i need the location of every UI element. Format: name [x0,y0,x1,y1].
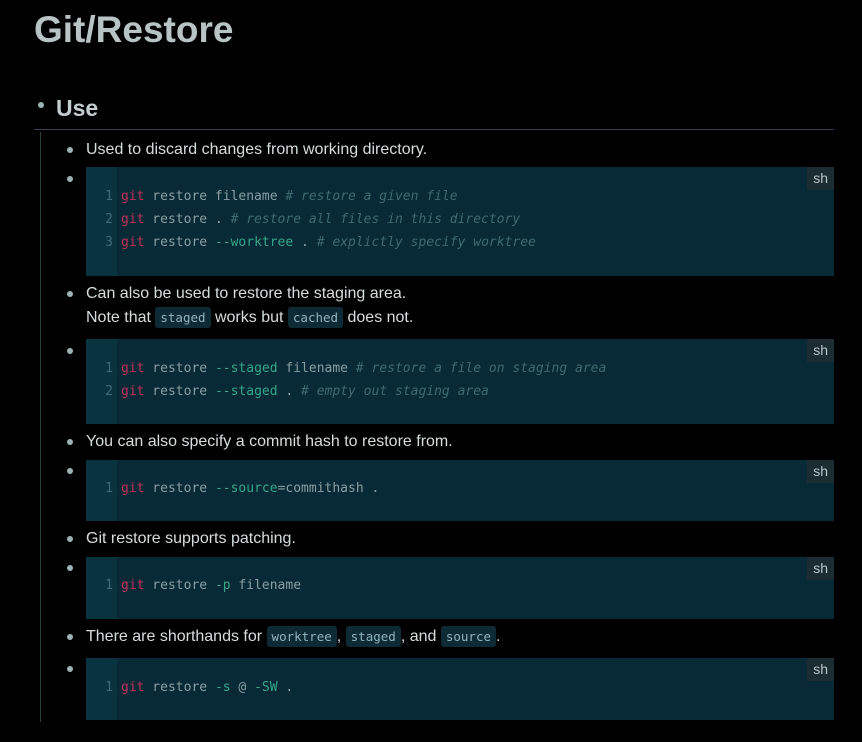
code-token: --staged [214,361,278,376]
code-token: restore [144,680,215,695]
code-language-badge: sh [807,460,834,483]
code-token: # restore a file on staging area [355,361,607,376]
code-block[interactable]: sh 1 git restore --staged filename # rest… [86,339,834,424]
code-token: -s [214,680,231,695]
code-token: --source [214,481,278,496]
code-token: git [121,189,145,204]
code-line: 2 git restore --staged . # empty out stag… [86,380,489,403]
code-language-badge: sh [807,658,834,681]
code-token: # explictly specify worktree [316,235,536,250]
code-line: 3 git restore --worktree . # explictly sp… [86,231,536,254]
list-bullet[interactable] [67,634,73,640]
section-divider [34,129,834,130]
code-token: filename [277,361,356,376]
line-number: 2 [105,384,113,399]
code-token: -p [214,578,231,593]
list-bullet[interactable] [67,348,73,354]
list-item-text: There are shorthands for worktree, stage… [86,625,500,649]
inline-code: source [440,626,496,647]
code-block[interactable]: sh 1 git restore -p filename [86,557,834,619]
text-segment: , [336,628,346,645]
page-title: Git/Restore [34,9,234,50]
list-item-note: Note that staged works but cached does n… [86,306,413,330]
code-token: =commithash . [277,481,380,496]
code-token: restore filename [144,189,286,204]
section-bullet[interactable] [38,102,44,108]
list-bullet[interactable] [67,439,73,445]
code-block[interactable]: sh 1 git restore filename # restore a giv… [86,167,834,276]
code-token: restore [144,361,215,376]
line-number: 1 [105,361,113,376]
code-token: git [121,235,145,250]
inline-code: staged [345,626,401,647]
inline-code: worktree [266,626,337,647]
list-bullet[interactable] [67,565,73,571]
list-item-text: You can also specify a commit hash to re… [86,433,453,450]
note-text: Note that [86,309,156,326]
code-token: git [121,680,145,695]
code-token: git [121,384,145,399]
note-text: does not. [343,309,414,326]
line-number: 3 [105,235,113,250]
inline-code: staged [155,307,211,328]
code-line: 1 git restore --source=commithash . [86,477,379,500]
code-token: # restore all files in this directory [230,212,521,227]
code-token: git [121,578,145,593]
code-language-badge: sh [807,557,834,580]
list-bullet[interactable] [67,176,73,182]
line-number: 1 [105,680,113,695]
code-block[interactable]: sh 1 git restore --source=commithash . [86,460,834,521]
list-bullet[interactable] [67,147,73,153]
code-token: restore [144,481,215,496]
code-token: # empty out staging area [301,384,489,399]
list-item-text: Git restore supports patching. [86,530,296,547]
inline-code: cached [287,307,344,328]
code-token: --staged [214,384,278,399]
code-token: git [121,361,145,376]
code-token: restore . [144,212,231,227]
list-bullet[interactable] [67,666,73,672]
outline-thread-line[interactable] [40,132,41,722]
line-number: 1 [105,578,113,593]
note-text: works but [210,309,288,326]
list-bullet[interactable] [67,468,73,474]
line-number: 1 [105,481,113,496]
text-segment: There are shorthands for [86,628,267,645]
code-token: . [293,235,317,250]
line-number: 1 [105,189,113,204]
code-token: filename [230,578,302,593]
code-token: # restore a given file [285,189,458,204]
list-bullet[interactable] [67,291,73,297]
code-line: 1 git restore --staged filename # restore… [86,357,606,380]
code-token: restore [144,578,215,593]
code-token: @ [230,680,255,695]
code-token: --worktree [214,235,294,250]
code-language-badge: sh [807,339,834,362]
code-token: . [277,680,294,695]
text-segment: . [496,628,501,645]
code-block[interactable]: sh 1 git restore -s @ -SW . [86,658,834,720]
line-number: 2 [105,212,113,227]
code-line: 2 git restore . # restore all files in th… [86,208,520,231]
code-line: 1 git restore filename # restore a given … [86,185,458,208]
code-line: 1 git restore -p filename [86,574,301,597]
code-language-badge: sh [807,167,834,190]
list-item-text: Can also be used to restore the staging … [86,285,407,302]
code-token: . [277,384,302,399]
code-token: restore [144,235,215,250]
code-line: 1 git restore -s @ -SW . [86,676,293,699]
section-title: Use [56,95,99,121]
code-token: git [121,481,145,496]
code-token: -SW [254,680,278,695]
code-token: restore [144,384,215,399]
text-segment: , and [400,628,441,645]
list-item-text: Used to discard changes from working dir… [86,141,428,158]
list-bullet[interactable] [67,536,73,542]
code-token: git [121,212,145,227]
